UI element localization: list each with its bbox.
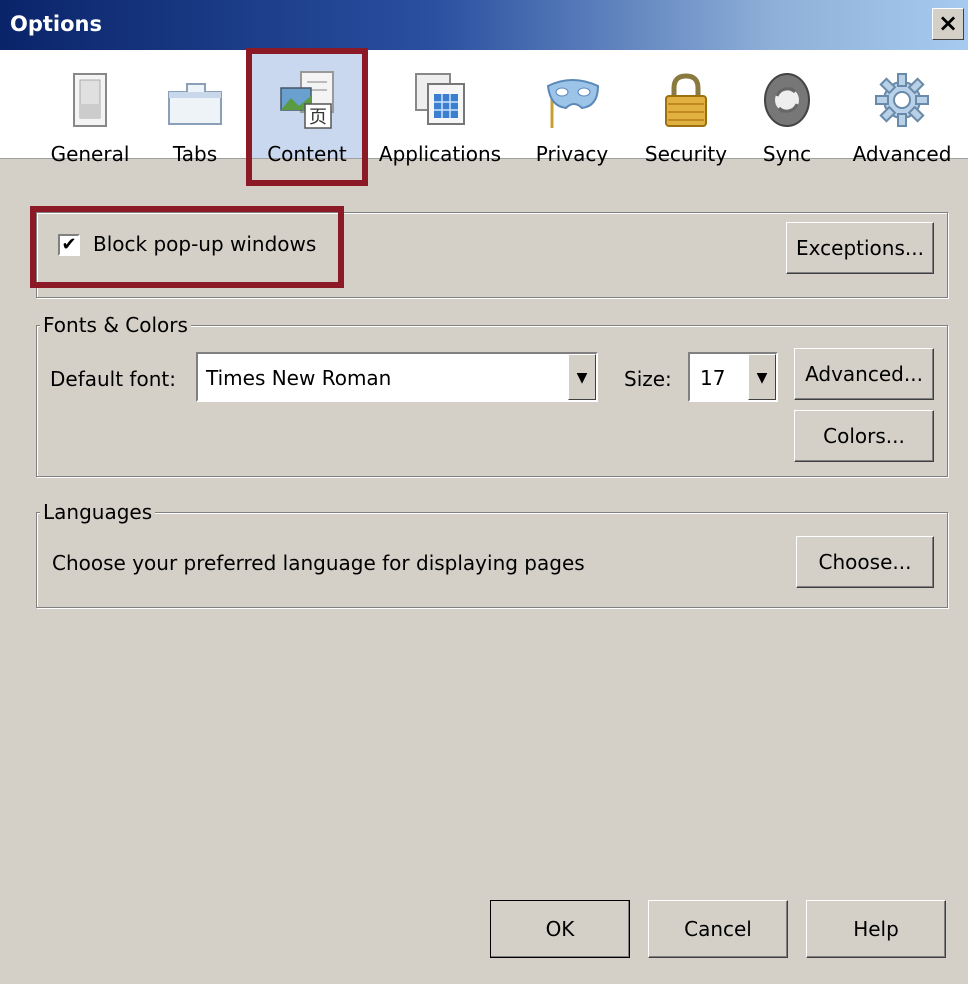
tab-sync[interactable]: Sync [752, 50, 822, 166]
tab-advanced-label: Advanced [852, 142, 952, 166]
tabs-icon [168, 83, 222, 125]
cancel-button[interactable]: Cancel [648, 900, 788, 958]
tab-sync-label: Sync [762, 142, 812, 166]
sync-icon [764, 73, 810, 127]
exceptions-button[interactable]: Exceptions... [786, 222, 934, 274]
chevron-down-icon: ▼ [748, 354, 776, 400]
font-size-value: 17 [700, 366, 726, 390]
tab-advanced[interactable]: Advanced [838, 50, 966, 166]
close-button[interactable]: × [932, 8, 964, 40]
privacy-mask-icon [546, 79, 600, 128]
choose-language-button[interactable]: Choose... [796, 536, 934, 588]
tab-general-label: General [50, 142, 130, 166]
content-tab-highlight [246, 48, 368, 186]
font-size-select[interactable]: 17 ▼ [688, 352, 778, 402]
fonts-colors-legend: Fonts & Colors [40, 313, 191, 337]
size-label: Size: [624, 367, 672, 391]
gear-icon [875, 73, 929, 127]
default-font-label: Default font: [50, 367, 176, 391]
preferences-toolbar: General Tabs 页 Content Applications Priv… [0, 50, 968, 166]
chevron-down-icon: ▼ [568, 354, 596, 400]
tab-tabs[interactable]: Tabs [150, 50, 240, 166]
tab-tabs-label: Tabs [172, 142, 218, 166]
languages-description: Choose your preferred language for displ… [52, 551, 585, 575]
languages-legend: Languages [40, 500, 156, 524]
tab-general[interactable]: General [40, 50, 140, 166]
title-bar: Options × [0, 0, 968, 50]
ok-button[interactable]: OK [490, 900, 630, 958]
advanced-fonts-button[interactable]: Advanced... [794, 348, 934, 400]
tab-privacy[interactable]: Privacy [526, 50, 618, 166]
applications-icon [415, 73, 465, 125]
general-icon [73, 73, 107, 127]
default-font-select[interactable]: Times New Roman ▼ [196, 352, 598, 402]
tab-applications[interactable]: Applications [370, 50, 510, 166]
close-icon: × [937, 9, 959, 37]
window-title: Options [10, 12, 102, 36]
padlock-icon [665, 73, 707, 127]
default-font-value: Times New Roman [206, 366, 392, 390]
colors-button[interactable]: Colors... [794, 410, 934, 462]
tab-security-label: Security [644, 142, 728, 166]
popup-highlight [30, 206, 344, 288]
tab-applications-label: Applications [378, 142, 502, 166]
tab-privacy-label: Privacy [535, 142, 609, 166]
tab-security[interactable]: Security [636, 50, 736, 166]
help-button[interactable]: Help [806, 900, 946, 958]
